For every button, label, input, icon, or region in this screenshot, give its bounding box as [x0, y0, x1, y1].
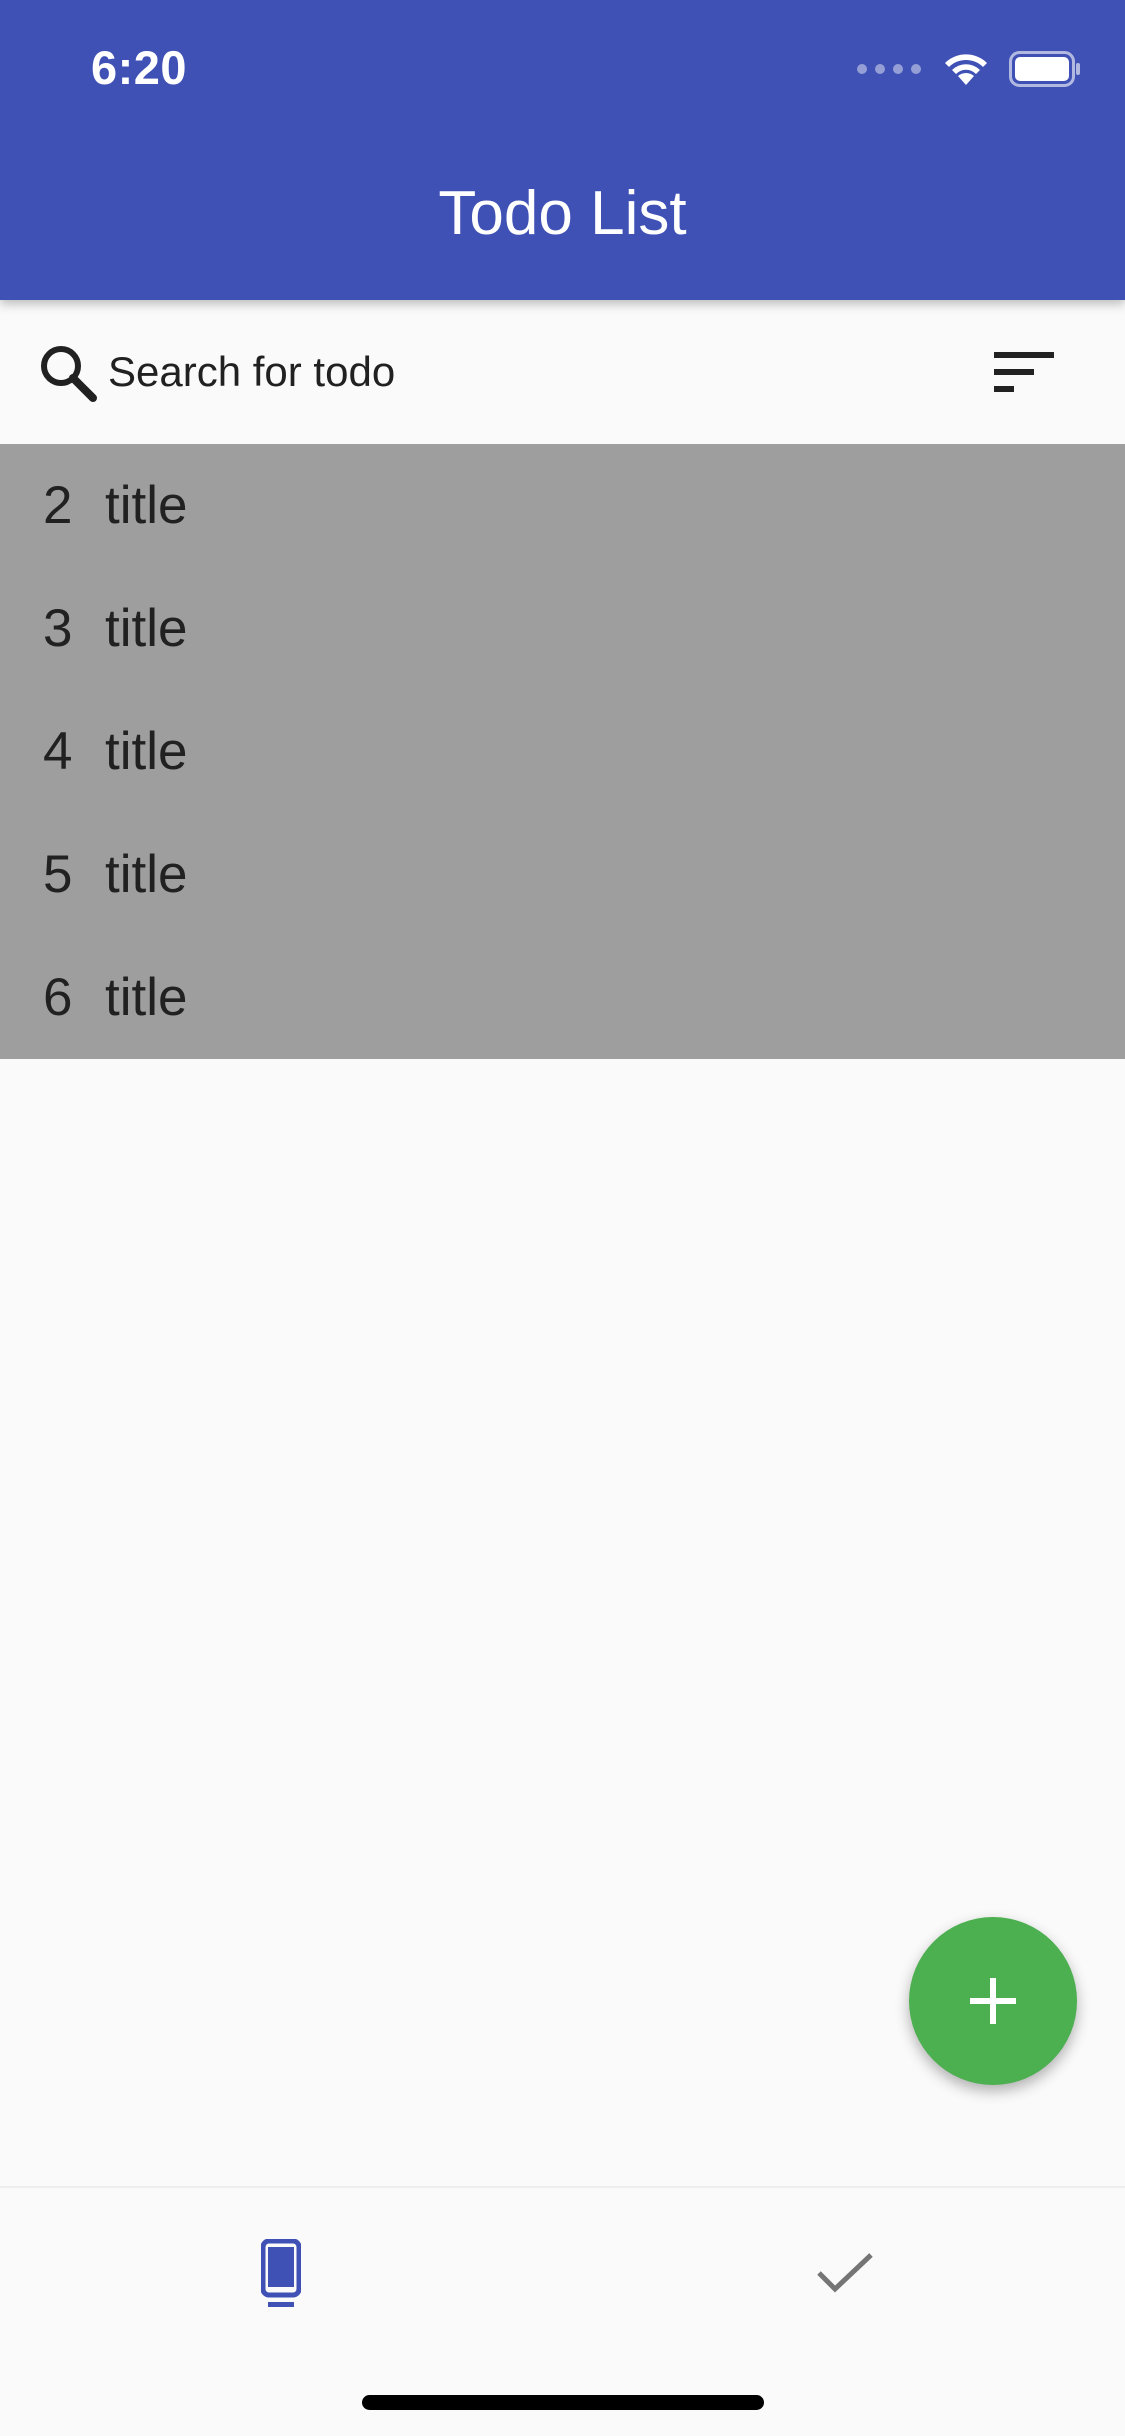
todo-number: 6: [43, 968, 73, 1027]
todo-title: title: [105, 845, 188, 904]
plus-icon: [970, 1978, 1016, 2024]
add-todo-button[interactable]: [909, 1917, 1077, 2085]
todo-item[interactable]: 5 title: [0, 813, 1125, 936]
battery-icon: [1009, 51, 1080, 87]
todo-item[interactable]: 2 title: [0, 444, 1125, 567]
todo-number: 3: [43, 599, 73, 658]
phone-icon: [261, 2239, 301, 2307]
todo-number: 2: [43, 476, 73, 535]
search-bar: [0, 300, 1125, 444]
sort-button[interactable]: [974, 330, 1074, 414]
search-icon: [41, 346, 97, 402]
todo-list: 2 title 3 title 4 title 5 title 6 title: [0, 444, 1125, 1059]
wifi-icon: [945, 54, 987, 85]
status-time: 6:20: [91, 41, 188, 94]
todo-item[interactable]: 6 title: [0, 936, 1125, 1059]
search-input[interactable]: [108, 344, 808, 400]
app-bar: 6:20 Todo List: [0, 0, 1125, 300]
sort-icon: [994, 352, 1054, 392]
todo-number: 4: [43, 722, 73, 781]
status-icons: [857, 46, 1081, 92]
todo-title: title: [105, 722, 188, 781]
page-title: Todo List: [438, 179, 687, 248]
tab-todos[interactable]: [211, 2218, 351, 2328]
todo-title: title: [105, 599, 188, 658]
check-icon: [817, 2253, 873, 2293]
tab-completed[interactable]: [775, 2218, 915, 2328]
todo-number: 5: [43, 845, 73, 904]
home-indicator: [362, 2395, 764, 2410]
cellular-signal-icon: [857, 64, 921, 74]
todo-item[interactable]: 3 title: [0, 567, 1125, 690]
todo-title: title: [105, 968, 188, 1027]
todo-title: title: [105, 476, 188, 535]
todo-item[interactable]: 4 title: [0, 690, 1125, 813]
